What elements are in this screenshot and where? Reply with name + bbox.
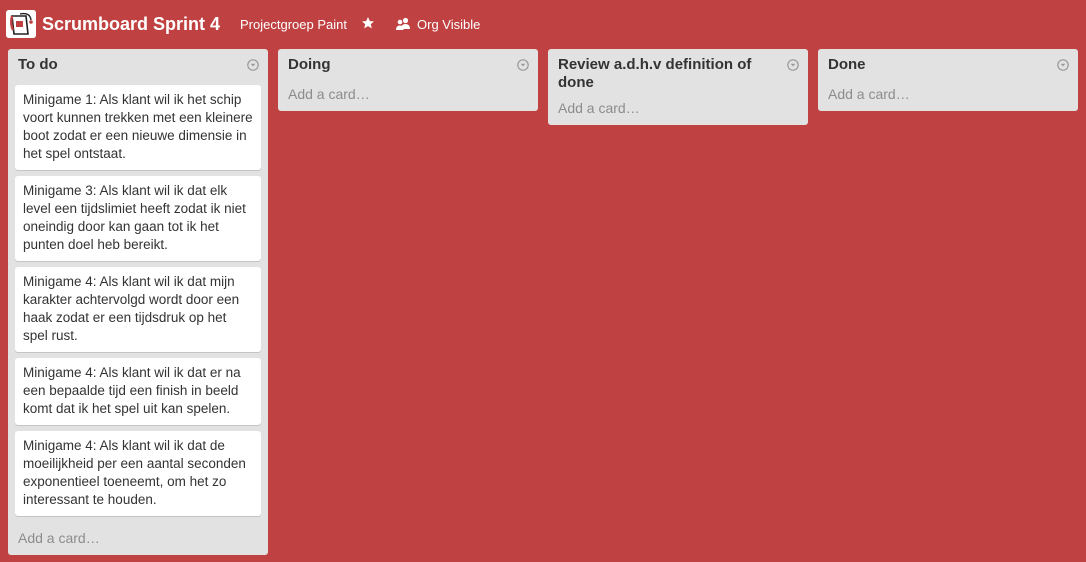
chevron-down-circle-icon[interactable]	[1057, 58, 1069, 71]
list-title[interactable]: Review a.d.h.v definition of done	[558, 56, 782, 92]
add-card-button[interactable]: Add a card…	[818, 78, 1078, 111]
visibility-label: Org Visible	[417, 17, 481, 32]
add-card-button[interactable]: Add a card…	[548, 92, 808, 125]
list-to-do: To do Minigame 1: Als klant wil ik het s…	[8, 49, 268, 555]
list-title[interactable]: Doing	[288, 56, 512, 74]
star-icon[interactable]	[360, 15, 376, 31]
chevron-down-circle-icon[interactable]	[247, 58, 259, 71]
organization-link[interactable]: Projectgroep Paint	[240, 17, 347, 33]
list-item[interactable]: Minigame 1: Als klant wil ik het schip v…	[15, 85, 261, 170]
list-item[interactable]: Minigame 4: Als klant wil ik dat er na e…	[15, 358, 261, 425]
list-header: Review a.d.h.v definition of done	[548, 49, 808, 92]
list-review: Review a.d.h.v definition of done Add a …	[548, 49, 808, 125]
people-icon	[395, 16, 411, 32]
list-item[interactable]: Minigame 4: Als klant wil ik dat de moei…	[15, 431, 261, 516]
list-header: Doing	[278, 49, 538, 78]
board-header: Scrumboard Sprint 4 Projectgroep Paint O…	[0, 0, 1086, 48]
board-title[interactable]: Scrumboard Sprint 4	[42, 13, 220, 35]
card-list: Minigame 1: Als klant wil ik het schip v…	[8, 78, 268, 516]
list-done: Done Add a card…	[818, 49, 1078, 111]
list-header: To do	[8, 49, 268, 78]
list-item[interactable]: Minigame 4: Als klant wil ik dat mijn ka…	[15, 267, 261, 352]
paint-bucket-logo[interactable]	[6, 10, 36, 38]
list-doing: Doing Add a card…	[278, 49, 538, 111]
list-title[interactable]: Done	[828, 56, 1052, 74]
add-card-button[interactable]: Add a card…	[278, 78, 538, 111]
list-header: Done	[818, 49, 1078, 78]
list-title[interactable]: To do	[18, 56, 242, 74]
list-item[interactable]: Minigame 3: Als klant wil ik dat elk lev…	[15, 176, 261, 261]
chevron-down-circle-icon[interactable]	[787, 58, 799, 71]
add-card-button[interactable]: Add a card…	[8, 522, 268, 555]
chevron-down-circle-icon[interactable]	[517, 58, 529, 71]
